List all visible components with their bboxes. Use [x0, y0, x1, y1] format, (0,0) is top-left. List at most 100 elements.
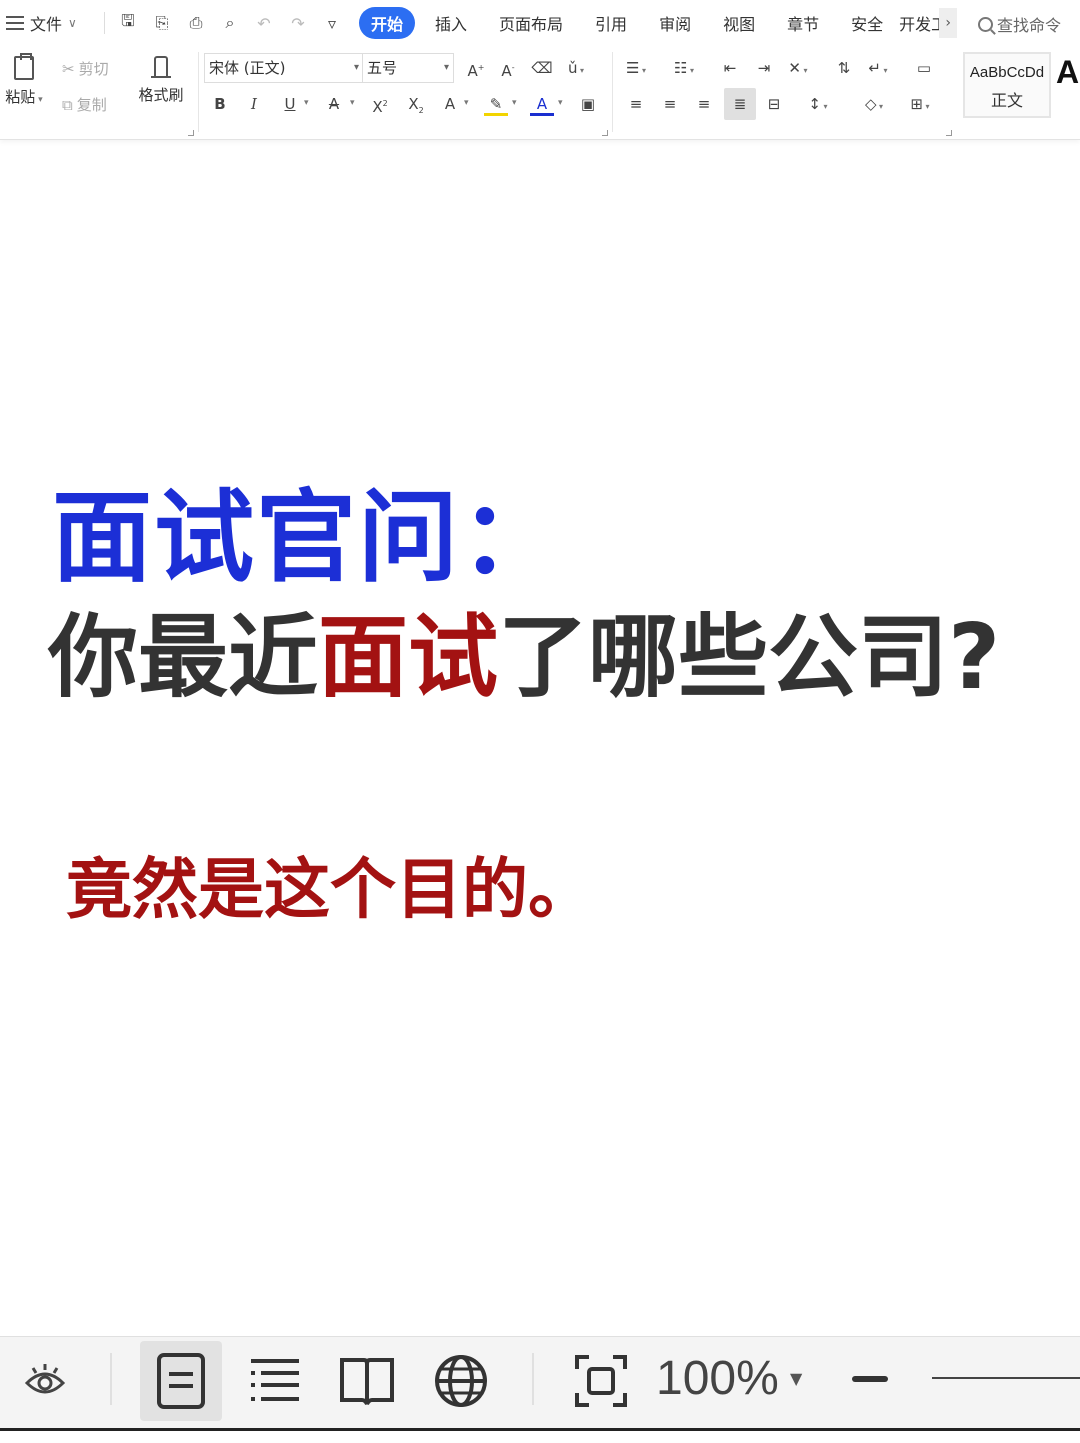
align-left-icon[interactable]: ≡	[624, 92, 648, 116]
align-center-icon[interactable]: ≡	[658, 92, 682, 116]
style-normal[interactable]: AaBbCcDd 正文	[963, 52, 1051, 118]
print-preview-icon[interactable]: ⌕	[213, 13, 247, 33]
redo-icon[interactable]: ↷	[281, 14, 315, 33]
scissors-icon: ✂	[62, 59, 75, 78]
tab-security[interactable]: 安全	[835, 11, 899, 35]
chevron-down-icon[interactable]: ▾	[304, 98, 309, 108]
headline-question: 面试官问：	[52, 479, 562, 596]
page-view-icon	[157, 1353, 205, 1409]
chevron-down-icon: ∨	[68, 16, 77, 30]
divider	[104, 12, 105, 34]
tab-sections[interactable]: 章节	[771, 11, 835, 35]
tab-insert[interactable]: 插入	[419, 11, 483, 35]
copy-button[interactable]: ⧉ 复制	[62, 94, 107, 115]
character-border-icon[interactable]: ▣	[576, 92, 600, 116]
justify-icon[interactable]: ≣	[724, 88, 756, 120]
ruler-icon[interactable]: ▭	[912, 56, 936, 80]
tab-references[interactable]: 引用	[579, 11, 643, 35]
copy-icon: ⧉	[62, 95, 73, 114]
font-group: 宋体 (正文) ▾ 五号 ▾ A+ A- ⌫ ǔ ▾ B I U ▾ A ▾ X…	[200, 46, 610, 138]
cut-button[interactable]: ✂ 剪切	[62, 58, 109, 79]
window-bottom-edge	[0, 1428, 1080, 1443]
line-spacing-icon[interactable]: ↕ ▾	[806, 92, 830, 116]
divider	[532, 1353, 534, 1405]
undo-icon[interactable]: ↶	[247, 14, 281, 33]
reading-mode-button[interactable]	[326, 1341, 408, 1421]
show-marks-icon[interactable]: ↵ ▾	[866, 56, 890, 80]
divider	[612, 52, 613, 132]
web-layout-button[interactable]	[420, 1341, 502, 1421]
command-search[interactable]: 查找命令	[978, 12, 1061, 36]
text-effect-icon[interactable]: A	[438, 92, 462, 116]
chevron-down-icon[interactable]: ▾	[350, 98, 355, 108]
distributed-icon[interactable]: ⊟	[762, 92, 786, 116]
search-icon	[978, 16, 993, 32]
bold-icon[interactable]: B	[208, 92, 232, 116]
export-pdf-icon[interactable]: ⎘	[145, 13, 179, 33]
grow-font-icon[interactable]: A+	[464, 56, 488, 80]
paragraph-group: ☰ ▾ ☷ ▾ ⇤ ⇥ ✕ ▾ ⇅ ↵ ▾ ▭ ≡ ≡ ≡ ≣ ⊟ ↕ ▾ ◇ …	[614, 46, 954, 138]
clear-format-icon[interactable]: ⌫	[530, 56, 554, 80]
borders-icon[interactable]: ⊞ ▾	[908, 92, 932, 116]
font-name-select[interactable]: 宋体 (正文) ▾	[204, 53, 364, 83]
quick-access-toolbar: 🖫 ⎘ ⎙ ⌕ ↶ ↷ ▿	[111, 10, 349, 37]
sort-icon[interactable]: ⇅	[832, 56, 856, 80]
paint-brush-icon	[151, 56, 171, 78]
text-segment: 了哪些公司?	[498, 605, 1001, 710]
highlight-icon[interactable]: ✎	[484, 92, 508, 116]
font-color-icon[interactable]: A	[530, 92, 554, 116]
zoom-level[interactable]: 100%	[656, 1351, 779, 1406]
font-size-value: 五号	[367, 59, 398, 77]
save-icon[interactable]: 🖫	[111, 10, 145, 37]
cut-label: 剪切	[78, 60, 109, 78]
search-placeholder: 查找命令	[997, 16, 1062, 35]
style-heading-preview[interactable]: A	[1056, 54, 1079, 91]
chevron-down-icon: ▾	[353, 62, 359, 73]
italic-icon[interactable]: I	[242, 92, 266, 116]
decrease-indent-icon[interactable]: ⇤	[718, 56, 742, 80]
increase-indent-icon[interactable]: ⇥	[752, 56, 776, 80]
customize-toolbar-icon[interactable]: ▿	[315, 14, 349, 33]
underline-icon[interactable]: U	[278, 92, 302, 116]
document-page[interactable]: 面试官问： 你最近面试了哪些公司? 竟然是这个目的。	[0, 146, 1080, 1336]
page-view-button[interactable]	[140, 1341, 222, 1421]
tab-review[interactable]: 审阅	[643, 11, 707, 35]
paste-button[interactable]: 粘贴 ▾	[0, 53, 48, 107]
dialog-launcher-icon[interactable]	[188, 130, 194, 136]
tab-page-layout[interactable]: 页面布局	[483, 11, 579, 35]
zoom-slider[interactable]	[932, 1377, 1080, 1379]
chevron-down-icon[interactable]: ▼	[790, 1369, 802, 1388]
align-right-icon[interactable]: ≡	[692, 92, 716, 116]
chevron-down-icon[interactable]: ▾	[464, 98, 469, 108]
strikethrough-icon[interactable]: A	[322, 92, 346, 116]
numbered-list-icon[interactable]: ☷ ▾	[672, 56, 696, 80]
file-menu[interactable]: 文件 ∨	[0, 11, 98, 35]
chinese-layout-icon[interactable]: ✕ ▾	[786, 56, 810, 80]
hamburger-icon	[6, 16, 24, 30]
print-icon[interactable]: ⎙	[179, 13, 213, 33]
superscript-icon[interactable]: X2	[368, 92, 392, 116]
menu-bar: 文件 ∨ 🖫 ⎘ ⎙ ⌕ ↶ ↷ ▿ 开始 插入 页面布局 引用 审阅 视图 章…	[0, 0, 1080, 46]
fit-page-button[interactable]	[560, 1341, 642, 1421]
dialog-launcher-icon[interactable]	[602, 130, 608, 136]
shrink-font-icon[interactable]: A-	[496, 56, 520, 80]
tabs-scroll-right-icon[interactable]: ›	[939, 8, 958, 38]
fit-screen-icon	[575, 1355, 627, 1407]
subscript-icon[interactable]: X2	[404, 92, 428, 116]
paste-label: 粘贴	[5, 88, 36, 106]
tab-developer[interactable]: 开发工	[899, 11, 939, 35]
shading-icon[interactable]: ◇ ▾	[862, 92, 886, 116]
bullet-list-icon[interactable]: ☰ ▾	[624, 56, 648, 80]
eye-icon	[24, 1364, 66, 1394]
phonetic-guide-icon[interactable]: ǔ ▾	[564, 56, 588, 80]
outline-view-button[interactable]	[234, 1341, 316, 1421]
chevron-down-icon[interactable]: ▾	[558, 98, 563, 108]
zoom-out-button[interactable]	[852, 1376, 888, 1382]
format-painter-button[interactable]: 格式刷	[134, 56, 188, 105]
eye-protection-button[interactable]	[4, 1341, 86, 1421]
tab-view[interactable]: 视图	[707, 11, 771, 35]
dialog-launcher-icon[interactable]	[946, 130, 952, 136]
tab-home[interactable]: 开始	[359, 7, 416, 39]
chevron-down-icon[interactable]: ▾	[512, 98, 517, 108]
font-size-select[interactable]: 五号 ▾	[362, 53, 454, 83]
